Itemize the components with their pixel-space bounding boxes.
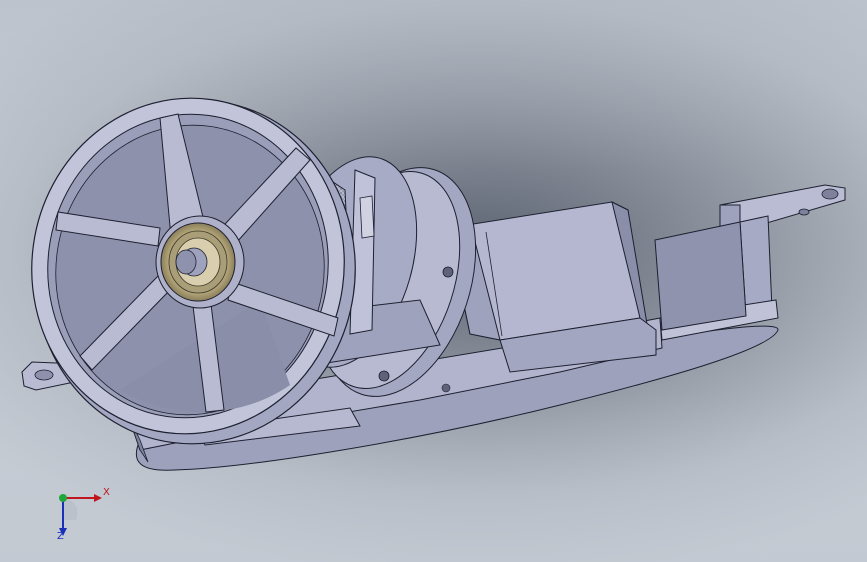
z-axis-label: Z (57, 531, 64, 542)
motor-housing[interactable] (447, 201, 657, 373)
3d-model-view[interactable]: X Z (0, 0, 867, 562)
x-axis-label: X (103, 487, 110, 498)
coordinate-triad: X Z (46, 480, 116, 546)
disc-bolt (441, 383, 451, 393)
right-mount-bracket[interactable] (654, 184, 846, 341)
bearing (160, 222, 236, 302)
cad-model[interactable] (0, 0, 867, 562)
